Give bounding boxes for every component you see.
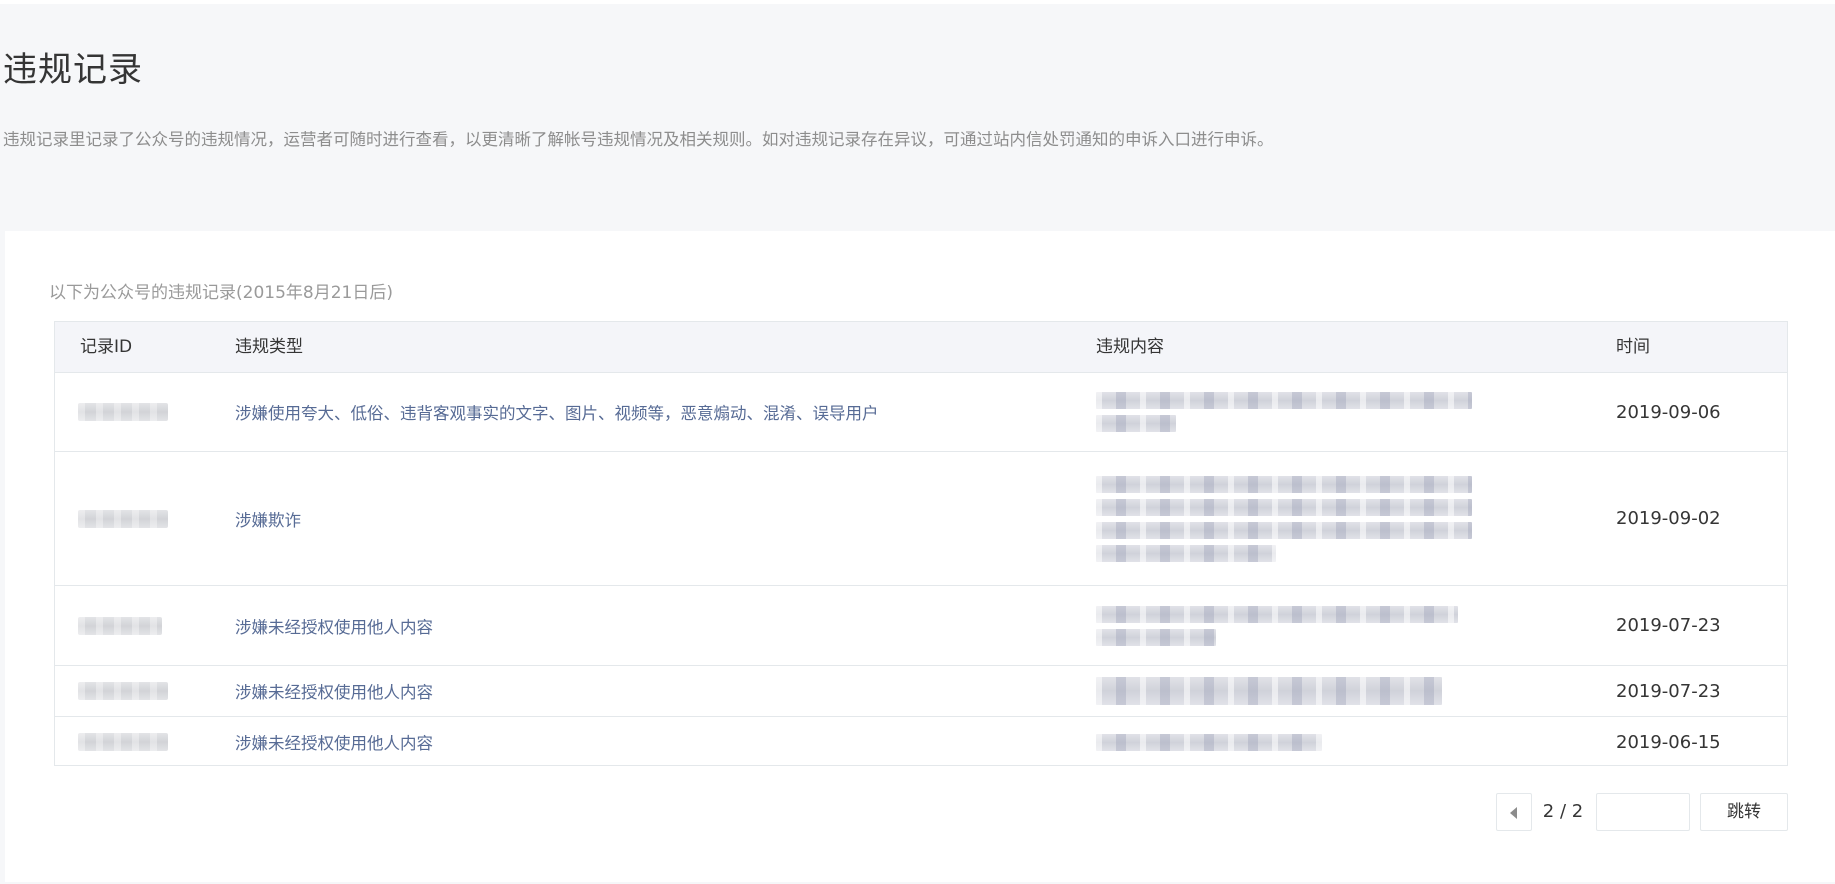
page-description: 违规记录里记录了公众号的违规情况，运营者可随时进行查看，以更清晰了解帐号违规情况… bbox=[3, 130, 1274, 149]
violation-records-table: 记录ID 违规类型 违规内容 时间 涉嫌使用夸大、低俗、违背客观事实的文字、图片… bbox=[54, 321, 1788, 766]
table-row: 涉嫌使用夸大、低俗、违背客观事实的文字、图片、视频等，恶意煽动、混淆、误导用户 … bbox=[55, 373, 1787, 452]
violation-type-link[interactable]: 涉嫌未经授权使用他人内容 bbox=[235, 586, 433, 665]
violation-type-link[interactable]: 涉嫌使用夸大、低俗、违背客观事实的文字、图片、视频等，恶意煽动、混淆、误导用户 bbox=[235, 373, 879, 451]
redacted-content-line bbox=[1096, 521, 1472, 539]
page-title: 违规记录 bbox=[3, 50, 143, 90]
record-id-cell bbox=[78, 666, 168, 716]
redacted-content-line bbox=[1096, 415, 1176, 432]
violation-type-link[interactable]: 涉嫌未经授权使用他人内容 bbox=[235, 717, 433, 767]
table-row: 涉嫌未经授权使用他人内容 2019-07-23 bbox=[55, 666, 1787, 717]
record-time: 2019-07-23 bbox=[1616, 680, 1721, 702]
redacted-content-line bbox=[1096, 677, 1442, 705]
redacted-content-line bbox=[1096, 392, 1472, 409]
table-row: 涉嫌未经授权使用他人内容 2019-07-23 bbox=[55, 586, 1787, 666]
record-time: 2019-07-23 bbox=[1616, 615, 1721, 636]
redacted-record-id bbox=[78, 682, 168, 700]
table-row: 涉嫌未经授权使用他人内容 2019-06-15 bbox=[55, 717, 1787, 767]
table-header: 记录ID 违规类型 违规内容 时间 bbox=[55, 322, 1787, 373]
redacted-content-line bbox=[1096, 544, 1276, 562]
record-id-cell bbox=[78, 452, 168, 585]
page-number-input[interactable] bbox=[1596, 793, 1690, 831]
top-strip bbox=[0, 0, 1835, 4]
jump-button[interactable]: 跳转 bbox=[1700, 793, 1788, 831]
redacted-content-line bbox=[1096, 498, 1472, 516]
caret-left-icon bbox=[1510, 807, 1517, 819]
redacted-content-line bbox=[1096, 475, 1472, 493]
redacted-content-line bbox=[1096, 605, 1458, 623]
violation-content-cell bbox=[1096, 452, 1472, 585]
redacted-content-line bbox=[1096, 628, 1216, 646]
redacted-record-id bbox=[78, 616, 162, 635]
redacted-record-id bbox=[78, 509, 168, 528]
record-time: 2019-09-02 bbox=[1616, 508, 1721, 529]
prev-page-button[interactable] bbox=[1496, 793, 1532, 831]
column-header-violation-content: 违规内容 bbox=[1096, 337, 1164, 357]
record-time: 2019-09-06 bbox=[1616, 401, 1721, 423]
redacted-record-id bbox=[78, 403, 168, 421]
violation-type-link[interactable]: 涉嫌欺诈 bbox=[235, 452, 301, 585]
column-header-record-id: 记录ID bbox=[80, 337, 133, 357]
redacted-record-id bbox=[78, 733, 168, 751]
violation-content-cell bbox=[1096, 373, 1472, 451]
record-id-cell bbox=[78, 586, 162, 665]
violation-content-cell bbox=[1096, 666, 1442, 716]
page-indicator: 2 / 2 bbox=[1542, 801, 1584, 822]
redacted-content-line bbox=[1096, 733, 1322, 751]
record-id-cell bbox=[78, 717, 168, 767]
table-row: 涉嫌欺诈 2019-09-02 bbox=[55, 452, 1787, 586]
violation-content-cell bbox=[1096, 717, 1322, 767]
violation-content-cell bbox=[1096, 586, 1458, 665]
column-header-violation-type: 违规类型 bbox=[235, 337, 303, 357]
record-id-cell bbox=[78, 373, 168, 451]
column-header-time: 时间 bbox=[1616, 337, 1650, 357]
violation-type-link[interactable]: 涉嫌未经授权使用他人内容 bbox=[235, 666, 433, 716]
records-caption: 以下为公众号的违规记录(2015年8月21日后) bbox=[49, 283, 393, 303]
record-time: 2019-06-15 bbox=[1616, 731, 1721, 753]
